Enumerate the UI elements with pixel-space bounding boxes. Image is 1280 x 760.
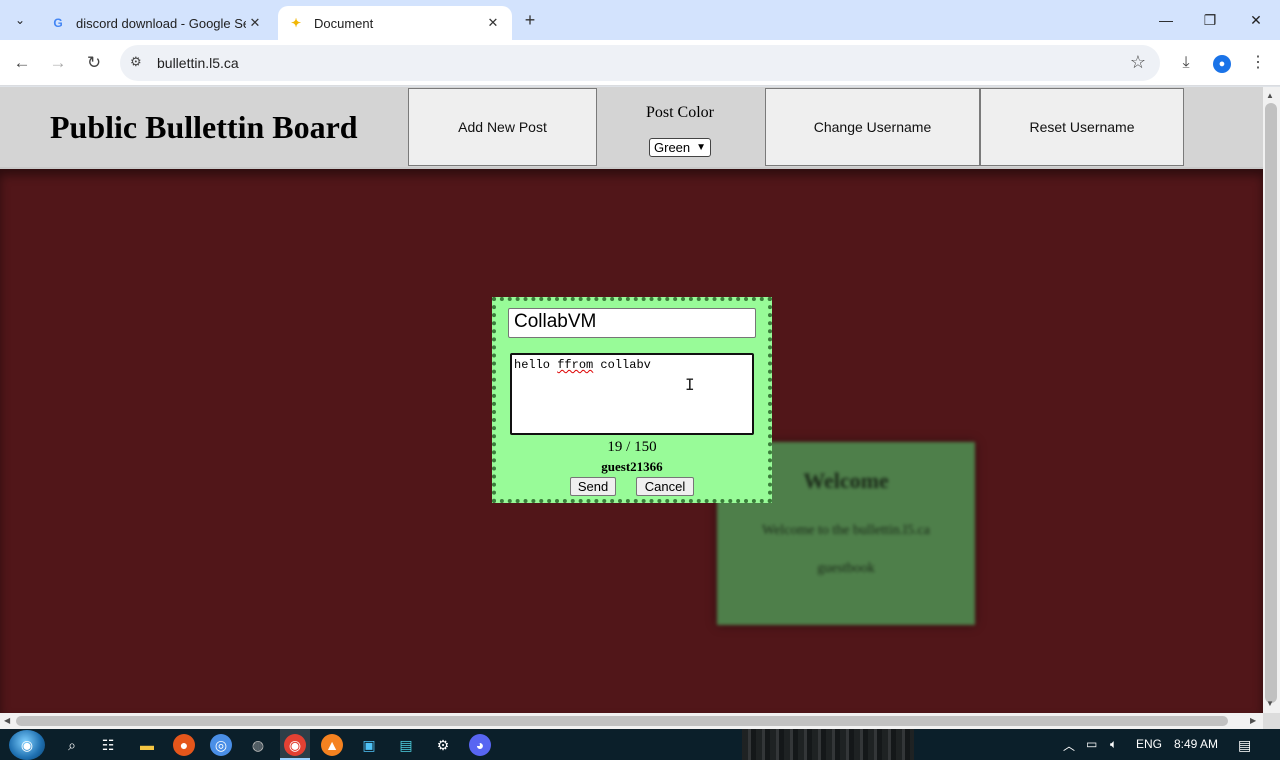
search-icon[interactable]: ⌕ [61, 734, 83, 756]
volume-muted-icon[interactable]: 🔈︎ [1110, 737, 1117, 752]
misspelled-word: ffrom [557, 358, 594, 372]
change-username-button[interactable]: Change Username [765, 88, 980, 166]
scroll-up-icon[interactable]: ▲ [1266, 91, 1274, 100]
post-color-value: Green [654, 140, 691, 155]
clock[interactable]: 8:49 AM [1174, 737, 1218, 751]
new-tab-icon[interactable]: + [520, 10, 540, 30]
task-view-icon[interactable]: ☷ [97, 734, 119, 756]
char-counter: 19 / 150 [607, 439, 657, 455]
scrollbar-corner [1263, 713, 1280, 729]
horizontal-scroll-thumb[interactable] [16, 716, 1228, 726]
minimize-icon[interactable]: — [1156, 10, 1176, 30]
scroll-down-icon[interactable]: ▼ [1266, 699, 1274, 708]
app-icon[interactable]: ▤ [395, 734, 417, 756]
page-title: Public Bullettin Board [50, 109, 358, 145]
vertical-scrollbar[interactable]: ▲ ▼ [1263, 87, 1280, 713]
cancel-button[interactable]: Cancel [636, 477, 694, 496]
body-text-prefix: hello [514, 358, 558, 372]
post-color-select[interactable]: Green ▼ [649, 138, 711, 157]
chromium-icon[interactable]: ◎ [210, 734, 232, 756]
chevron-down-icon: ▼ [696, 142, 706, 153]
file-explorer-icon[interactable]: ▬ [136, 734, 158, 756]
tab-document[interactable]: ✦ Document ✕ [278, 6, 512, 40]
page-viewport: Public Bullettin Board Add New Post Post… [0, 87, 1263, 713]
tab-strip: ⌄ G discord download - Google Sea ✕ ✦ Do… [0, 0, 1280, 40]
url-text: bullettin.l5.ca [157, 55, 239, 71]
tab-search-icon[interactable]: ⌄ [8, 8, 32, 32]
steam-icon[interactable]: ◍ [247, 734, 269, 756]
download-icon[interactable]: ⤓ [1175, 52, 1197, 74]
username-label: guest21366 [601, 459, 663, 474]
menu-kebab-icon[interactable]: ⋮ [1247, 52, 1269, 74]
tab-close-icon[interactable]: ✕ [484, 15, 502, 31]
browser-toolbar: ← → ↻ ⚙ bullettin.l5.ca ☆ ⤓ ● ⋮ [0, 40, 1280, 86]
forward-icon[interactable]: → [47, 52, 69, 74]
firefox-icon[interactable]: ● [173, 734, 195, 756]
post-title-input[interactable]: CollabVM [508, 308, 756, 338]
google-favicon-icon: G [53, 16, 63, 30]
post-body-line: guestbook [817, 561, 875, 576]
app-icon[interactable]: ▣ [358, 734, 380, 756]
body-text-suffix: collabv [593, 358, 651, 372]
vertical-scroll-thumb[interactable] [1265, 103, 1277, 703]
chrome-icon[interactable]: ◉ [284, 734, 306, 756]
address-bar[interactable]: ⚙ bullettin.l5.ca ☆ [120, 45, 1160, 81]
background-pattern [742, 729, 914, 760]
network-icon[interactable]: ▭ [1086, 737, 1097, 751]
tab-discord-download[interactable]: G discord download - Google Sea ✕ [40, 6, 274, 40]
add-new-post-button[interactable]: Add New Post [408, 88, 597, 166]
start-button-icon[interactable]: ◉ [9, 730, 45, 760]
bookmark-star-icon[interactable]: ☆ [1130, 52, 1146, 73]
post-body: Welcome to the bullettin.l5.ca guestbook [737, 512, 955, 588]
vlc-icon[interactable]: ▲ [321, 734, 343, 756]
notifications-icon[interactable]: ▤ [1238, 737, 1251, 754]
post-body-textarea[interactable]: hello ffrom collabv I [510, 353, 754, 435]
page-header: Public Bullettin Board Add New Post Post… [0, 87, 1263, 167]
new-post-dialog: CollabVM hello ffrom collabv I 19 / 150 … [492, 297, 772, 503]
scroll-left-icon[interactable]: ◀ [4, 716, 10, 725]
restore-icon[interactable]: ❐ [1200, 10, 1220, 30]
settings-icon[interactable]: ⚙ [432, 734, 454, 756]
text-cursor-icon: I [685, 375, 695, 394]
tab-title: Document [314, 15, 374, 31]
discord-icon[interactable]: ◕ [469, 734, 491, 756]
scroll-right-icon[interactable]: ▶ [1250, 716, 1256, 725]
reload-icon[interactable]: ↻ [83, 52, 105, 74]
send-button[interactable]: Send [570, 477, 616, 496]
post-color-label: Post Color [645, 104, 714, 121]
document-favicon-icon: ✦ [290, 16, 302, 30]
tab-close-icon[interactable]: ✕ [246, 15, 264, 31]
site-info-icon[interactable]: ⚙ [130, 54, 142, 70]
profile-icon[interactable]: ● [1211, 52, 1233, 74]
tray-overflow-icon[interactable]: ︿ [1063, 737, 1075, 754]
back-icon[interactable]: ← [11, 52, 33, 74]
close-window-icon[interactable]: ✕ [1246, 10, 1266, 30]
taskbar: ◉ ⌕ ☷ ▬ ● ◎ ◍ ◉ ▲ ▣ ▤ ⚙ ◕ ︿ ▭ 🔈︎ ENG 8:4… [0, 729, 1280, 760]
tab-title: discord download - Google Sea [76, 15, 246, 31]
horizontal-scrollbar[interactable]: ◀ ▶ [0, 713, 1263, 729]
post-body-line: Welcome to the bullettin.l5.ca [762, 523, 930, 538]
reset-username-button[interactable]: Reset Username [980, 88, 1184, 166]
language-indicator[interactable]: ENG [1136, 737, 1162, 751]
